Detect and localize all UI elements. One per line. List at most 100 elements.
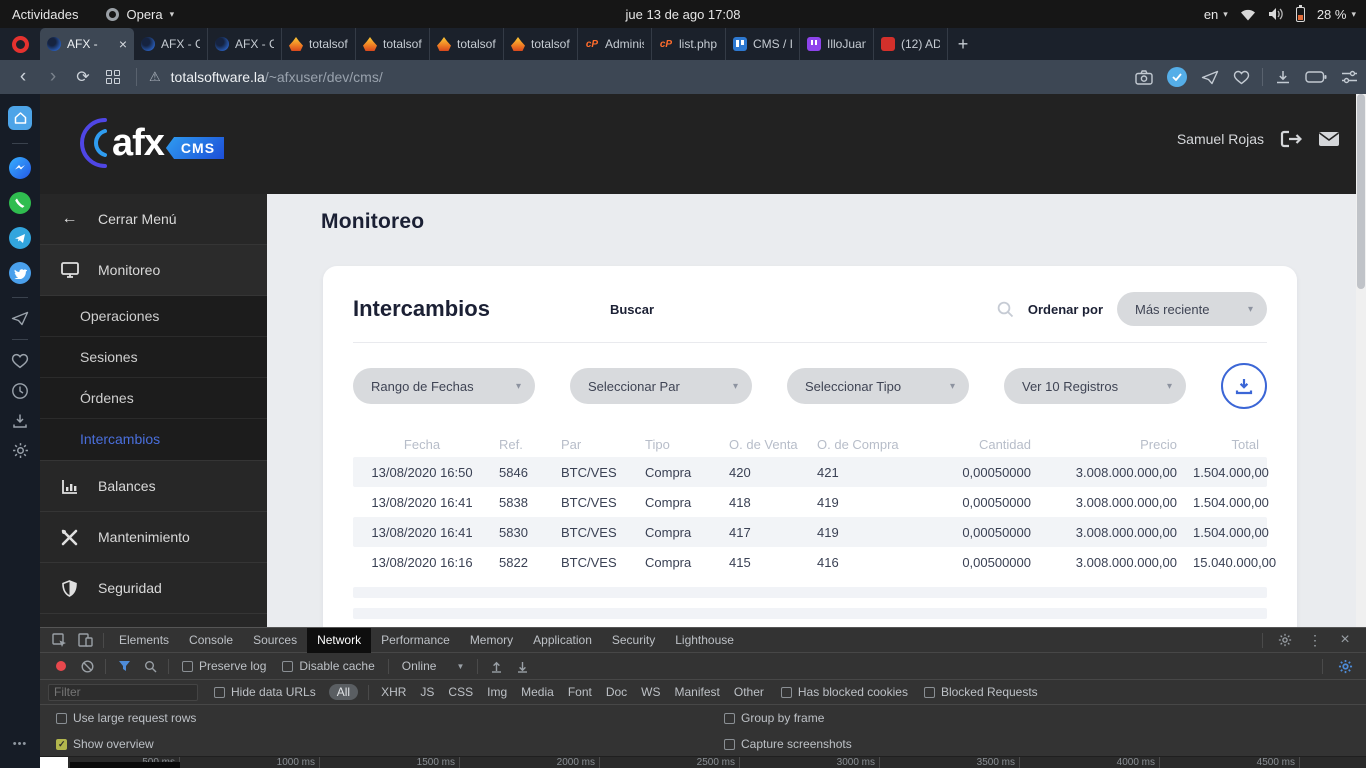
network-search-icon[interactable] [137, 660, 163, 673]
network-conditions-gear-icon[interactable] [1332, 659, 1358, 674]
sidebar-item-cerrar-menu[interactable]: ← Cerrar Menú [40, 194, 267, 245]
clock[interactable]: jue 13 de ago 17:08 [626, 7, 741, 22]
type-filter-other[interactable]: Other [734, 685, 764, 699]
sidebar-item-balances[interactable]: Balances [40, 461, 267, 512]
type-filter-font[interactable]: Font [568, 685, 592, 699]
sidebar-item-sesiones[interactable]: Sesiones [40, 337, 267, 378]
new-tab-button[interactable]: + [948, 28, 978, 60]
vpn-shield-icon[interactable] [1167, 67, 1187, 87]
reload-button[interactable]: ⟳ [68, 67, 98, 87]
devtools-tab-lighthouse[interactable]: Lighthouse [665, 628, 744, 653]
battery-indicator[interactable]: 28 % ▾ [1317, 7, 1356, 22]
filter-seleccionar-par[interactable]: Seleccionar Par ▾ [570, 368, 752, 404]
page-scrollbar[interactable] [1356, 94, 1366, 627]
show-overview-checkbox[interactable]: Show overview [56, 731, 154, 757]
sidebar-item-seguridad[interactable]: Seguridad [40, 563, 267, 614]
sidebar-item-operaciones[interactable]: Operaciones [40, 296, 267, 337]
not-secure-icon[interactable]: ⚠ [149, 69, 161, 85]
export-har-icon[interactable] [509, 660, 535, 673]
tab-totalsoft-2[interactable]: totalsoft [356, 28, 430, 60]
activities-button[interactable]: Actividades [12, 7, 78, 22]
status-tray[interactable]: en ▾ 28 % ▾ [1204, 7, 1356, 22]
group-by-frame-checkbox[interactable]: Group by frame [724, 705, 824, 731]
sidebar-overflow-dots[interactable]: ••• [0, 738, 40, 750]
type-filter-xhr[interactable]: XHR [381, 685, 406, 699]
tab-twitch[interactable]: IlloJuan - [800, 28, 874, 60]
type-filter-all[interactable]: All [329, 684, 358, 700]
capture-screenshots-checkbox[interactable]: Capture screenshots [724, 731, 852, 757]
type-filter-manifest[interactable]: Manifest [675, 685, 720, 699]
downloads-icon[interactable] [1275, 70, 1291, 85]
speed-dial-icon[interactable] [106, 70, 120, 84]
tab-totalsoft-3[interactable]: totalsoft [430, 28, 504, 60]
download-button[interactable] [1221, 363, 1267, 409]
battery-saver-icon[interactable] [1305, 71, 1327, 83]
tab-trello-cms[interactable]: CMS / Int [726, 28, 800, 60]
order-select[interactable]: Más reciente ▾ [1117, 292, 1267, 326]
devtools-tab-memory[interactable]: Memory [460, 628, 523, 653]
my-flow-sidebar-icon[interactable] [11, 311, 29, 326]
tab-close-icon[interactable]: × [119, 36, 127, 52]
sidebar-item-ordenes[interactable]: Órdenes [40, 378, 267, 419]
search-input[interactable] [662, 297, 989, 321]
bookmarks-heart-icon[interactable] [11, 353, 29, 369]
mail-icon[interactable] [1318, 131, 1340, 147]
devtools-tab-application[interactable]: Application [523, 628, 602, 653]
type-filter-doc[interactable]: Doc [606, 685, 627, 699]
address-bar[interactable]: ⚠ totalsoftware.la/~afxuser/dev/cms/ [149, 69, 383, 85]
forward-button[interactable]: › [38, 66, 68, 88]
tab-afx-active[interactable]: AFX - × [40, 28, 134, 60]
whatsapp-icon[interactable] [9, 192, 31, 214]
devtools-menu-dots-icon[interactable]: ⋮ [1302, 632, 1328, 649]
type-filter-ws[interactable]: WS [641, 685, 660, 699]
sidebar-item-intercambios[interactable]: Intercambios [40, 419, 267, 460]
device-toolbar-icon[interactable] [72, 633, 98, 647]
downloads-tray-icon[interactable] [12, 413, 28, 429]
tab-afx-clie[interactable]: AFX - Clie [208, 28, 282, 60]
tab-totalsoft-1[interactable]: totalsoft [282, 28, 356, 60]
my-flow-icon[interactable] [1201, 70, 1219, 85]
snapshot-camera-icon[interactable] [1135, 70, 1153, 85]
history-clock-icon[interactable] [11, 382, 29, 400]
speed-dial-home-icon[interactable] [8, 106, 32, 130]
logout-icon[interactable] [1280, 130, 1302, 148]
devtools-tab-network[interactable]: Network [307, 628, 371, 653]
scrollbar-thumb[interactable] [1357, 94, 1365, 289]
disable-cache-checkbox[interactable]: Disable cache [282, 659, 374, 673]
type-filter-css[interactable]: CSS [448, 685, 473, 699]
type-filter-img[interactable]: Img [487, 685, 507, 699]
record-button[interactable] [48, 661, 74, 671]
import-har-icon[interactable] [483, 660, 509, 673]
back-button[interactable]: ‹ [8, 66, 38, 88]
network-filter-input[interactable] [48, 684, 198, 701]
opera-menu-button[interactable] [0, 28, 40, 60]
tab-cpanel-admin[interactable]: cPAdministr [578, 28, 652, 60]
has-blocked-cookies-checkbox[interactable]: Has blocked cookies [781, 685, 908, 699]
devtools-tab-elements[interactable]: Elements [109, 628, 179, 653]
telegram-icon[interactable] [9, 227, 31, 249]
twitter-icon[interactable] [9, 262, 31, 284]
devtools-tab-performance[interactable]: Performance [371, 628, 460, 653]
filter-rango-fechas[interactable]: Rango de Fechas ▾ [353, 368, 535, 404]
messenger-icon[interactable] [9, 157, 31, 179]
bookmark-heart-icon[interactable] [1233, 70, 1250, 85]
devtools-tab-console[interactable]: Console [179, 628, 243, 653]
filter-ver-registros[interactable]: Ver 10 Registros ▾ [1004, 368, 1186, 404]
blocked-requests-checkbox[interactable]: Blocked Requests [924, 685, 1038, 699]
devtools-tab-security[interactable]: Security [602, 628, 665, 653]
type-filter-media[interactable]: Media [521, 685, 554, 699]
afx-cms-logo[interactable]: afx CMS [78, 116, 224, 170]
preserve-log-checkbox[interactable]: Preserve log [182, 659, 266, 673]
tab-afx-cms[interactable]: AFX - CM [134, 28, 208, 60]
devtools-tab-sources[interactable]: Sources [243, 628, 307, 653]
tab-cpanel-list[interactable]: cPlist.php - [652, 28, 726, 60]
app-menu[interactable]: Opera ▾ [106, 7, 174, 22]
type-filter-js[interactable]: JS [420, 685, 434, 699]
hide-data-urls-checkbox[interactable]: Hide data URLs [214, 685, 316, 699]
use-large-rows-checkbox[interactable]: Use large request rows [56, 705, 196, 731]
settings-gear-icon[interactable] [12, 442, 29, 459]
clear-network-icon[interactable] [74, 660, 100, 673]
inspect-element-icon[interactable] [46, 633, 72, 648]
throttling-select[interactable]: Online ▼ [402, 659, 465, 673]
sidebar-item-mantenimiento[interactable]: Mantenimiento [40, 512, 267, 563]
